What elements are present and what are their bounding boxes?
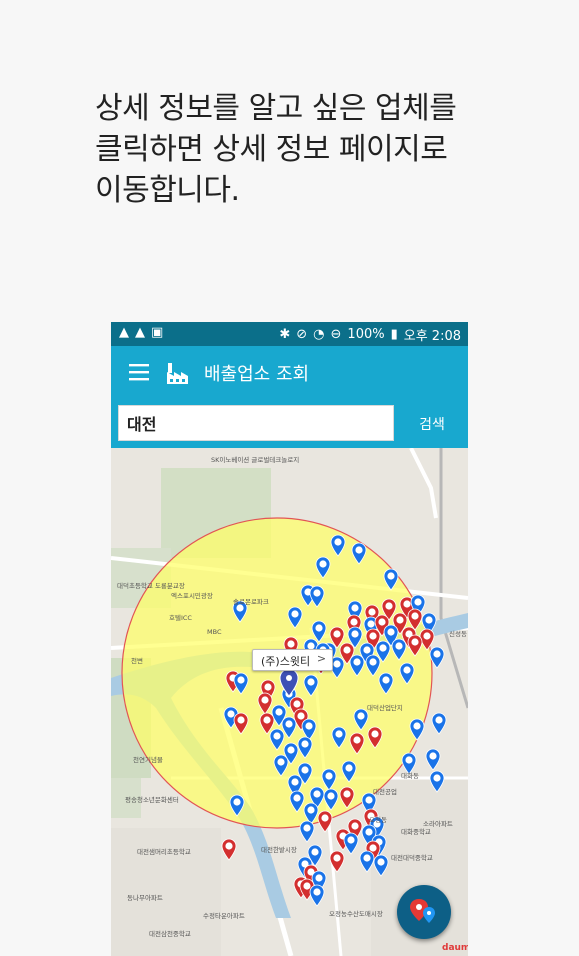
place-label: 대덕산업단지 bbox=[367, 703, 403, 712]
clock: 오후 2:08 bbox=[403, 329, 461, 344]
map-view[interactable]: SK이노베이션 글로벌테크놀로지 대덕초등학교 도룡분교장 엑스포시민광장 솔로… bbox=[111, 448, 468, 956]
battery-text: 100% bbox=[347, 327, 385, 342]
instruction-text: 상세 정보를 알고 싶은 업체를 클릭하면 상세 정보 페이지로 이동합니다. bbox=[95, 91, 457, 208]
status-bar: ▲ ▲ ▣ ✱ ⊘ ◔ ⊖ 100% ▮ 오후 2:08 bbox=[111, 322, 468, 346]
menu-icon[interactable] bbox=[129, 363, 149, 381]
factory-icon bbox=[167, 363, 188, 384]
place-label: SK이노베이션 글로벌테크놀로지 bbox=[211, 455, 299, 464]
place-label: 동나무아파트 bbox=[127, 893, 163, 902]
place-label: 대전대덕중학교 bbox=[391, 853, 433, 862]
place-label: 대전샘머리초등학교 bbox=[137, 847, 191, 856]
place-label: 천변 bbox=[131, 656, 143, 665]
bluetooth-icon: ✱ bbox=[279, 327, 291, 342]
place-label: 솔로몬로파크 bbox=[233, 597, 269, 606]
wifi-icon: ◔ bbox=[313, 327, 325, 342]
place-label: 오정농수산도매시장 bbox=[329, 909, 383, 918]
mute-icon: ⊘ bbox=[296, 327, 308, 342]
image-icon: ▣ bbox=[151, 325, 164, 340]
place-label: 평송청소년문화센터 bbox=[125, 795, 179, 804]
location-fab[interactable] bbox=[397, 885, 451, 939]
search-input[interactable] bbox=[118, 405, 394, 441]
location-fab-icon bbox=[410, 899, 435, 923]
place-label: 엑스포시민광장 bbox=[171, 591, 213, 600]
search-bar: 검색 bbox=[111, 400, 468, 448]
app-title: 배출업소 조회 bbox=[204, 364, 310, 385]
place-label: 신성동 bbox=[449, 629, 467, 638]
place-label: 수정타운아파트 bbox=[203, 911, 245, 920]
place-label: 대전한밭시장 bbox=[261, 845, 297, 854]
app-bar: 배출업소 조회 bbox=[111, 346, 468, 400]
phone-screen: ▲ ▲ ▣ ✱ ⊘ ◔ ⊖ 100% ▮ 오후 2:08 배출업소 조회 대전 … bbox=[111, 322, 468, 956]
place-label: 대전삼천중학교 bbox=[149, 929, 191, 938]
place-label: 호텔ICC bbox=[169, 614, 192, 622]
business-callout[interactable]: (주)스윗티 > bbox=[252, 649, 334, 671]
place-label: 대덕초등학교 도룡분교장 bbox=[117, 581, 185, 590]
place-label: 대화동 bbox=[401, 772, 419, 780]
place-label: 천연기념물 bbox=[133, 755, 163, 764]
place-label: 대전공업 bbox=[373, 787, 397, 796]
daum-map-logo: daum bbox=[442, 943, 468, 953]
search-button[interactable]: 검색 bbox=[402, 414, 462, 434]
place-label: 오정동 bbox=[369, 815, 387, 824]
dnd-icon: ⊖ bbox=[330, 327, 342, 342]
place-label: 소라아파트 bbox=[423, 819, 453, 828]
chevron-right-icon: > bbox=[316, 652, 327, 665]
place-label: 대화중학교 bbox=[401, 827, 431, 836]
place-label: MBC bbox=[207, 628, 222, 636]
callout-label: (주)스윗티 bbox=[261, 655, 311, 668]
warning-icon: ▲ bbox=[119, 325, 129, 340]
warning-icon: ▲ bbox=[135, 325, 145, 340]
battery-icon: ▮ bbox=[390, 327, 398, 342]
